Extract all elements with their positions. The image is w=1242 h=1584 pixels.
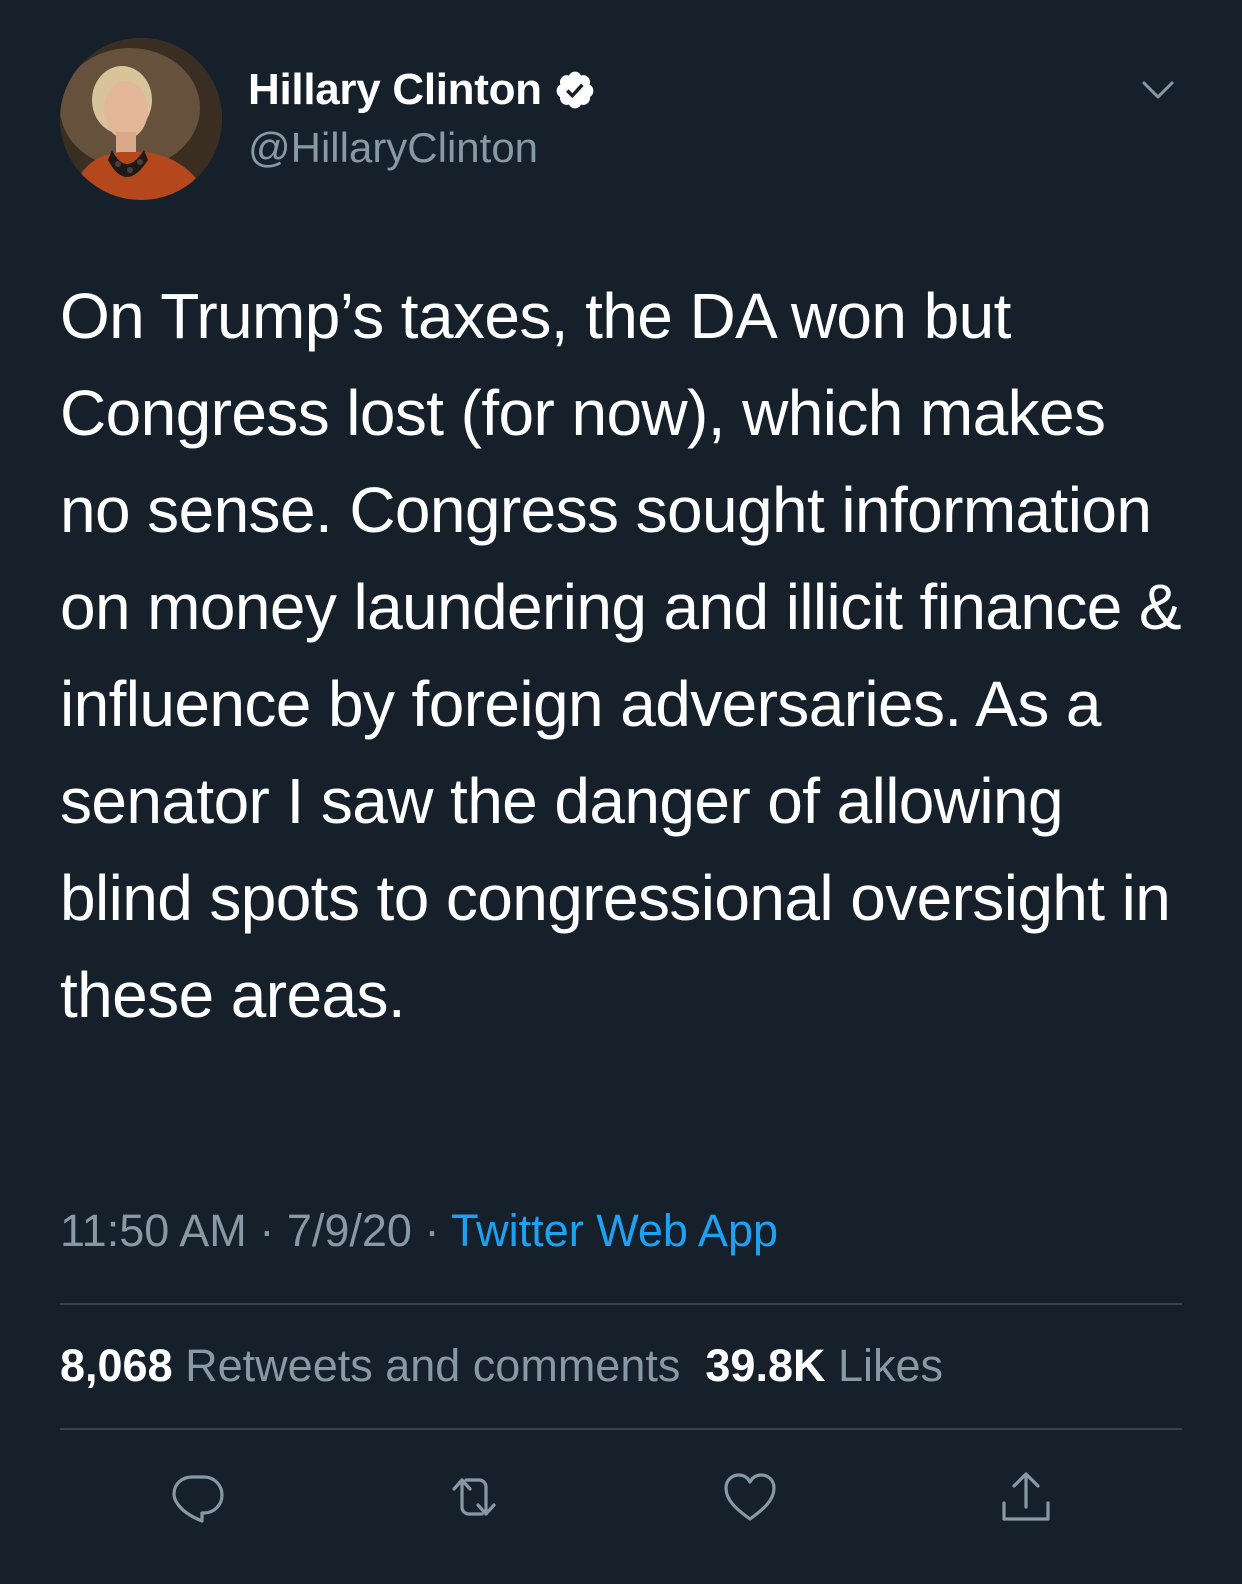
tweet-source-link[interactable]: Twitter Web App [451,1205,778,1256]
retweet-icon[interactable] [444,1467,504,1527]
tweet-stats: 8,068 Retweets and comments 39.8K Likes [60,1340,943,1392]
divider [60,1303,1182,1305]
tweet-date[interactable]: 7/9/20 [287,1205,412,1256]
retweets-count: 8,068 [60,1340,173,1391]
retweets-stat[interactable]: 8,068 Retweets and comments [60,1340,680,1391]
tweet-text: On Trump’s taxes, the DA won but Congres… [60,280,1199,1031]
author-name-row[interactable]: Hillary Clinton [248,62,596,118]
author-handle[interactable]: @HillaryClinton [248,124,538,172]
avatar[interactable] [60,38,222,200]
likes-stat[interactable]: 39.8K Likes [705,1340,943,1391]
verified-badge-icon [554,69,596,111]
tweet-meta: 11:50 AM · 7/9/20 · Twitter Web App [60,1205,778,1257]
share-icon[interactable] [996,1467,1056,1527]
chevron-down-icon[interactable] [1138,70,1178,110]
retweets-label: Retweets and comments [185,1340,681,1391]
meta-separator: · [259,1205,275,1256]
likes-count: 39.8K [705,1340,826,1391]
tweet-time[interactable]: 11:50 AM [60,1205,247,1256]
likes-label: Likes [838,1340,944,1391]
avatar-portrait [60,38,222,200]
meta-separator: · [424,1205,440,1256]
author-display-name[interactable]: Hillary Clinton [248,65,542,115]
tweet-detail: Hillary Clinton @HillaryClinton On Trump… [0,0,1242,1584]
reply-icon[interactable] [168,1467,228,1527]
divider [60,1428,1182,1430]
heart-icon[interactable] [720,1467,780,1527]
